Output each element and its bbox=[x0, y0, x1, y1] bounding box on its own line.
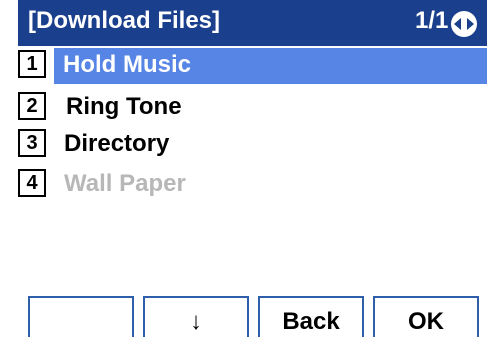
up-down-navigation-icon[interactable] bbox=[450, 10, 478, 38]
item-label: Wall Paper bbox=[64, 170, 186, 197]
item-number: 1 bbox=[18, 50, 46, 78]
softkey-1[interactable] bbox=[28, 296, 134, 337]
item-label: Hold Music bbox=[63, 51, 192, 78]
item-label: Ring Tone bbox=[66, 93, 182, 120]
item-label: Directory bbox=[64, 130, 170, 157]
page-indicator: 1/1 bbox=[415, 7, 449, 34]
item-number: 4 bbox=[18, 169, 46, 197]
softkey-down-arrow[interactable]: ↓ bbox=[143, 296, 249, 337]
ok-button[interactable]: OK bbox=[373, 296, 479, 337]
back-button[interactable]: Back bbox=[258, 296, 364, 337]
menu-item-wall-paper: 4 Wall Paper bbox=[18, 167, 487, 203]
screen-title: [Download Files] bbox=[28, 7, 220, 34]
menu-item-ring-tone[interactable]: 2 Ring Tone bbox=[18, 90, 487, 126]
header-bar: [Download Files] 1/1 bbox=[18, 0, 487, 46]
menu-item-hold-music[interactable]: 1 Hold Music bbox=[18, 48, 487, 84]
item-number: 3 bbox=[18, 129, 46, 157]
item-number: 2 bbox=[18, 92, 46, 120]
menu-item-directory[interactable]: 3 Directory bbox=[18, 127, 487, 163]
